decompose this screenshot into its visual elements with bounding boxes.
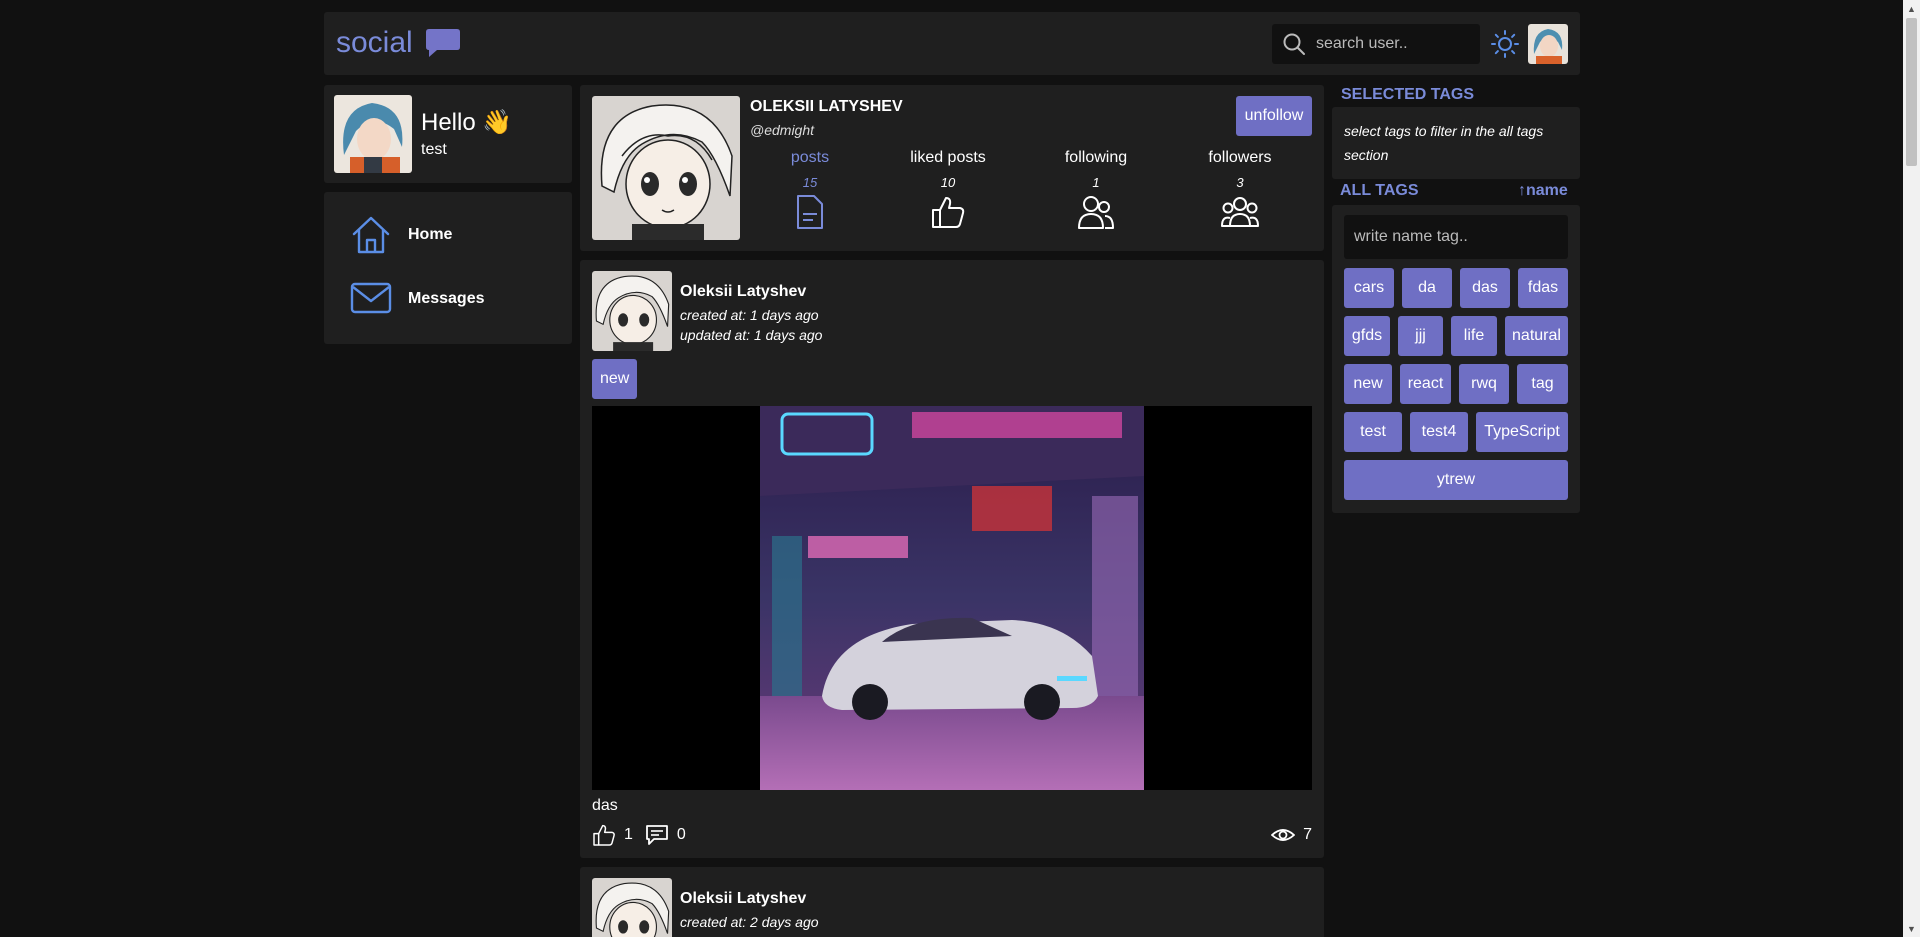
tag-chip[interactable]: react — [1400, 364, 1451, 404]
app-root: social search user.. Hello 👋 test Home M… — [0, 0, 1920, 937]
tag-chip[interactable]: das — [1460, 268, 1510, 308]
profile-picture — [592, 96, 740, 240]
post-image[interactable] — [592, 406, 1312, 790]
tag-chip[interactable]: cars — [1344, 268, 1394, 308]
stat-followers-label: followers — [1208, 149, 1272, 166]
stat-following[interactable]: following 1 — [1026, 149, 1166, 230]
comment-icon[interactable] — [645, 823, 669, 847]
like-count: 1 — [624, 826, 633, 843]
stat-liked-label: liked posts — [910, 149, 986, 166]
tag-chip[interactable]: rwq — [1459, 364, 1509, 404]
logo[interactable]: social — [336, 26, 461, 60]
tag-chip[interactable]: ytrew — [1344, 460, 1568, 500]
post-author-name[interactable]: Oleksii Latyshev — [680, 890, 806, 908]
document-icon — [797, 195, 823, 229]
post-author-avatar[interactable] — [592, 271, 672, 351]
post-text: das — [592, 797, 618, 814]
theme-toggle-button[interactable] — [1490, 29, 1520, 59]
post-tag[interactable]: new — [592, 359, 638, 399]
stat-following-count: 1 — [1092, 175, 1100, 190]
stat-followers[interactable]: followers 3 — [1170, 149, 1310, 230]
post-card: Oleksii Latyshev created at: 1 days ago … — [580, 260, 1324, 858]
view-count: 7 — [1303, 826, 1312, 843]
tag-chip[interactable]: fdas — [1518, 268, 1568, 308]
tag-chip[interactable]: TypeScript — [1476, 412, 1568, 452]
scroll-down-arrow[interactable]: ▼ — [1903, 920, 1920, 937]
scrollbar-thumb[interactable] — [1906, 18, 1917, 166]
search-icon — [1283, 33, 1305, 55]
tag-chip[interactable]: da — [1402, 268, 1452, 308]
nav-menu: Home Messages — [324, 192, 572, 344]
stat-liked-posts[interactable]: liked posts 10 — [878, 149, 1018, 230]
post-actions: 1 0 — [592, 823, 686, 847]
sort-by-name-button[interactable]: ↑name — [1518, 182, 1568, 200]
tag-chip[interactable]: test4 — [1410, 412, 1468, 452]
nav-item-messages-label: Messages — [408, 290, 485, 307]
post-author-avatar[interactable] — [592, 878, 672, 937]
post-created-at: created at: 2 days ago — [680, 914, 819, 930]
tag-chip[interactable]: gfds — [1344, 316, 1390, 356]
tag-chip[interactable]: life — [1451, 316, 1497, 356]
all-tags-title: ALL TAGS — [1340, 182, 1419, 199]
user-avatar[interactable] — [1528, 24, 1568, 64]
profile-name: OLEKSII LATYSHEV — [750, 98, 903, 115]
post-updated-at: updated at: 1 days ago — [680, 327, 823, 343]
all-tags-box: cars da das fdas gfds jjj life natural n… — [1332, 205, 1580, 513]
nav-item-messages[interactable]: Messages — [350, 278, 485, 320]
tag-chip[interactable]: natural — [1505, 316, 1568, 356]
home-icon — [352, 216, 390, 254]
top-header: social — [324, 12, 1580, 75]
logo-text: social — [336, 26, 413, 59]
page-scrollbar[interactable]: ▲ ▼ — [1903, 0, 1920, 937]
selected-tags-hint: select tags to filter in the all tags se… — [1344, 123, 1544, 163]
like-icon[interactable] — [592, 823, 616, 847]
nav-item-home-label: Home — [408, 226, 453, 243]
search-box — [1272, 24, 1480, 64]
greeting-card: Hello 👋 test — [324, 85, 572, 183]
selected-tags-box: select tags to filter in the all tags se… — [1332, 107, 1580, 179]
tag-chip[interactable]: test — [1344, 412, 1402, 452]
stat-following-label: following — [1064, 149, 1128, 166]
stat-followers-count: 3 — [1236, 175, 1244, 190]
unfollow-button[interactable]: unfollow — [1236, 96, 1312, 136]
post-author-name[interactable]: Oleksii Latyshev — [680, 283, 806, 301]
sun-icon — [1491, 30, 1519, 58]
stat-posts-count: 15 — [802, 175, 818, 190]
selected-tags-title: SELECTED TAGS — [1341, 86, 1475, 103]
search-input[interactable] — [1314, 34, 1474, 54]
tag-chip[interactable]: tag — [1517, 364, 1568, 404]
post-created-at: created at: 1 days ago — [680, 307, 819, 323]
group-icon — [1221, 197, 1259, 227]
post-card: Oleksii Latyshev created at: 2 days ago — [580, 867, 1324, 937]
tag-search-input[interactable] — [1344, 215, 1568, 259]
users-icon — [1078, 196, 1114, 229]
tag-chip[interactable]: new — [1344, 364, 1392, 404]
post-views: 7 — [1271, 823, 1312, 847]
scroll-up-arrow[interactable]: ▲ — [1903, 0, 1920, 17]
stat-liked-count: 10 — [940, 175, 956, 190]
tag-chip[interactable]: jjj — [1398, 316, 1443, 356]
comment-count: 0 — [676, 826, 686, 843]
eye-icon — [1271, 829, 1296, 841]
nav-item-home[interactable]: Home — [350, 214, 452, 256]
stat-posts-label: posts — [790, 149, 830, 166]
thumbs-up-icon — [932, 197, 965, 228]
stat-posts[interactable]: posts 15 — [740, 149, 880, 230]
greeting-username: test — [421, 141, 447, 158]
greeting-title: Hello 👋 — [421, 109, 513, 136]
greeting-avatar — [334, 95, 412, 173]
profile-card: OLEKSII LATYSHEV @edmight unfollow posts… — [580, 85, 1324, 251]
chat-bubble-icon — [425, 29, 460, 57]
mail-icon — [350, 282, 392, 314]
profile-handle: @edmight — [750, 122, 815, 138]
